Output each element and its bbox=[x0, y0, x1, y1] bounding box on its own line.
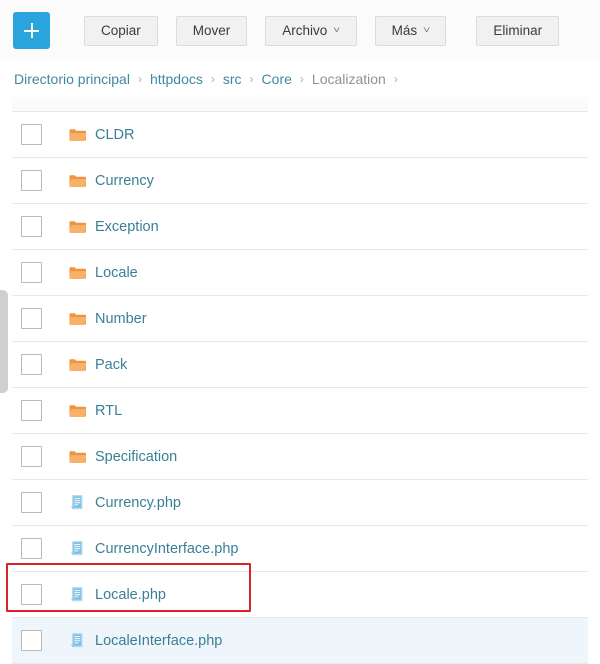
file-list: CLDR Currency Exception Locale Number Pack RTL… bbox=[0, 97, 600, 664]
php-file-icon bbox=[68, 632, 86, 650]
folder-icon bbox=[68, 356, 86, 374]
row-name-link[interactable]: Locale bbox=[95, 265, 138, 281]
row-name-link[interactable]: CLDR bbox=[95, 127, 134, 143]
php-file-icon bbox=[68, 586, 86, 604]
row-name-link[interactable]: Pack bbox=[95, 357, 127, 373]
file-list-row[interactable]: Number bbox=[12, 296, 588, 342]
delete-button-label: Eliminar bbox=[493, 23, 543, 38]
file-list-row[interactable]: LocaleInterface.php bbox=[12, 618, 588, 664]
folder-icon bbox=[68, 172, 86, 190]
breadcrumb-item-directorio-principal[interactable]: Directorio principal bbox=[14, 71, 130, 87]
row-checkbox[interactable] bbox=[21, 170, 42, 191]
copy-button-label: Copiar bbox=[101, 23, 141, 38]
breadcrumb-separator-icon: › bbox=[249, 72, 254, 86]
toolbar: Copiar Mover Archivo ˅ Más ˅ Eliminar bbox=[0, 0, 600, 61]
breadcrumb-item-localization: Localization bbox=[311, 71, 386, 87]
file-list-row[interactable]: Locale.php bbox=[12, 572, 588, 618]
row-name-link[interactable]: Number bbox=[95, 311, 147, 327]
folder-icon bbox=[68, 448, 86, 466]
breadcrumb-item-httpdocs[interactable]: httpdocs bbox=[150, 71, 203, 87]
row-checkbox[interactable] bbox=[21, 400, 42, 421]
row-checkbox[interactable] bbox=[21, 446, 42, 467]
row-checkbox[interactable] bbox=[21, 584, 42, 605]
file-list-row[interactable]: CurrencyInterface.php bbox=[12, 526, 588, 572]
row-checkbox[interactable] bbox=[21, 630, 42, 651]
file-list-row[interactable]: RTL bbox=[12, 388, 588, 434]
file-list-header bbox=[12, 97, 588, 112]
file-list-row[interactable]: Pack bbox=[12, 342, 588, 388]
breadcrumb-separator-icon: › bbox=[299, 72, 304, 86]
row-name-link[interactable]: Specification bbox=[95, 449, 177, 465]
row-name-link[interactable]: LocaleInterface.php bbox=[95, 633, 222, 649]
more-menu-button[interactable]: Más ˅ bbox=[374, 15, 447, 46]
breadcrumb: Directorio principal › httpdocs › src › Core › L… bbox=[0, 61, 600, 97]
breadcrumb-item-core[interactable]: Core bbox=[262, 71, 292, 87]
breadcrumb-item-src[interactable]: src bbox=[223, 71, 242, 87]
move-button[interactable]: Mover bbox=[175, 15, 248, 46]
row-checkbox[interactable] bbox=[21, 262, 42, 283]
folder-icon bbox=[68, 218, 86, 236]
folder-icon bbox=[68, 402, 86, 420]
folder-icon bbox=[68, 310, 86, 328]
row-name-link[interactable]: Locale.php bbox=[95, 587, 166, 603]
vertical-scrollbar-thumb[interactable] bbox=[0, 290, 8, 393]
file-list-row[interactable]: Specification bbox=[12, 434, 588, 480]
row-checkbox[interactable] bbox=[21, 216, 42, 237]
chevron-down-icon: ˅ bbox=[423, 25, 431, 35]
row-checkbox[interactable] bbox=[21, 492, 42, 513]
row-checkbox[interactable] bbox=[21, 354, 42, 375]
row-name-link[interactable]: CurrencyInterface.php bbox=[95, 541, 238, 557]
row-checkbox[interactable] bbox=[21, 538, 42, 559]
breadcrumb-separator-icon: › bbox=[393, 72, 398, 86]
vertical-scrollbar-track[interactable] bbox=[0, 98, 8, 658]
php-file-icon bbox=[68, 494, 86, 512]
breadcrumb-separator-icon: › bbox=[137, 72, 142, 86]
file-menu-button-label: Archivo bbox=[282, 23, 328, 38]
row-name-link[interactable]: Exception bbox=[95, 219, 159, 235]
row-name-link[interactable]: RTL bbox=[95, 403, 122, 419]
delete-button[interactable]: Eliminar bbox=[476, 15, 560, 46]
file-list-row[interactable]: Currency bbox=[12, 158, 588, 204]
folder-icon bbox=[68, 126, 86, 144]
file-list-row[interactable]: Exception bbox=[12, 204, 588, 250]
copy-button[interactable]: Copiar bbox=[84, 15, 158, 46]
row-checkbox[interactable] bbox=[21, 308, 42, 329]
row-name-link[interactable]: Currency bbox=[95, 173, 154, 189]
add-button[interactable] bbox=[13, 12, 50, 49]
file-menu-button[interactable]: Archivo ˅ bbox=[265, 15, 357, 46]
more-menu-button-label: Más bbox=[391, 23, 418, 38]
plus-icon bbox=[24, 23, 39, 38]
folder-icon bbox=[68, 264, 86, 282]
row-checkbox[interactable] bbox=[21, 124, 42, 145]
file-list-row[interactable]: CLDR bbox=[12, 112, 588, 158]
move-button-label: Mover bbox=[192, 23, 231, 38]
chevron-down-icon: ˅ bbox=[333, 25, 341, 35]
php-file-icon bbox=[68, 540, 86, 558]
file-list-row[interactable]: Locale bbox=[12, 250, 588, 296]
file-list-row[interactable]: Currency.php bbox=[12, 480, 588, 526]
breadcrumb-separator-icon: › bbox=[210, 72, 215, 86]
row-name-link[interactable]: Currency.php bbox=[95, 495, 181, 511]
